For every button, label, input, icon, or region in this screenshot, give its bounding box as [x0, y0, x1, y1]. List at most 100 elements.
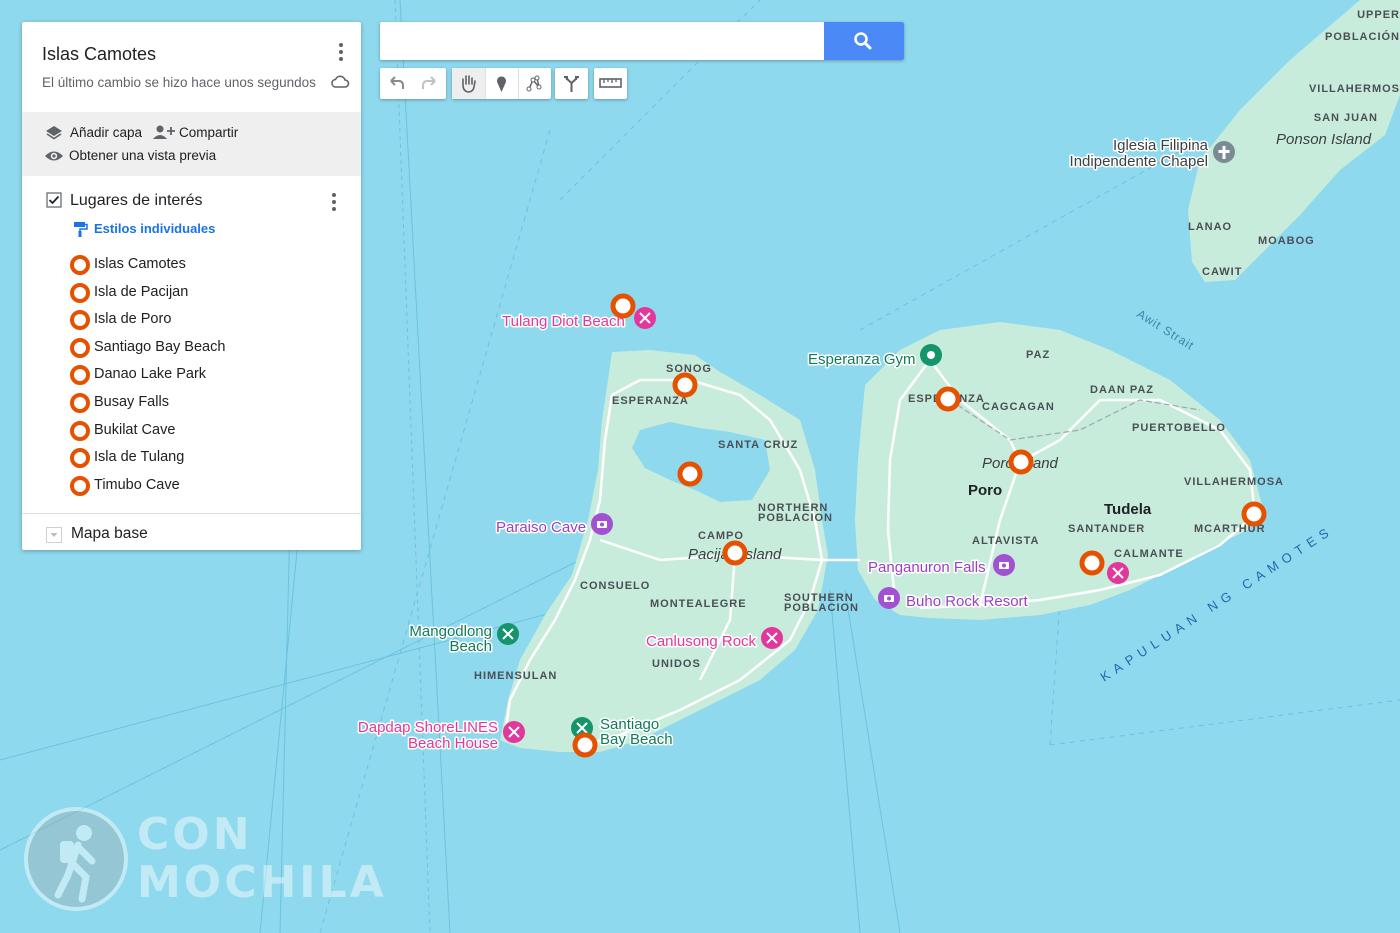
list-item[interactable]: Santiago Bay Beach [70, 337, 340, 365]
ruler-icon [599, 78, 622, 88]
list-item[interactable]: Danao Lake Park [70, 364, 340, 392]
label-cagcagan: CAGCAGAN [982, 401, 1055, 413]
place-list: Islas Camotes Isla de Pacijan Isla de Po… [70, 254, 340, 502]
individual-styles-label: Estilos individuales [94, 221, 216, 236]
measure-button[interactable] [594, 68, 627, 99]
marker-esperanza-poro [935, 386, 961, 412]
panel-actions: Añadir capa Compartir Obtener una vista … [22, 112, 361, 176]
label-dapdap-1: Dapdap ShoreLINES [358, 719, 498, 736]
layer-name[interactable]: Lugares de interés [70, 192, 203, 210]
directions-button[interactable] [555, 68, 588, 99]
search-box [380, 22, 904, 60]
base-map-toggle[interactable]: Mapa base [46, 524, 346, 546]
marker-danao-lake-park [677, 461, 703, 487]
camera-icon [878, 587, 900, 609]
draw-line-button[interactable] [518, 68, 551, 99]
list-item[interactable]: Isla de Pacijan [70, 282, 340, 310]
label-altavista: ALTAVISTA [972, 535, 1039, 547]
directions-icon [564, 76, 579, 92]
undo-icon [390, 76, 404, 89]
circle-marker-icon [70, 255, 90, 275]
list-item[interactable]: Isla de Poro [70, 309, 340, 337]
label-chapel-2: Indipendente Chapel [1070, 153, 1208, 170]
backpacker-logo-icon [24, 807, 128, 911]
beach-icon [503, 721, 525, 743]
label-cawit: CAWIT [1202, 266, 1242, 278]
label-villahermosa: VILLAHERMOSA [1184, 476, 1284, 488]
pan-button[interactable] [452, 68, 485, 99]
label-panganuron-falls: Panganuron Falls [868, 559, 986, 576]
label-paraiso-cave: Paraiso Cave [496, 519, 586, 536]
list-item[interactable]: Timubo Cave [70, 475, 340, 503]
label-buho-rock-resort: Buho Rock Resort [906, 593, 1029, 610]
list-item-label: Busay Falls [94, 393, 169, 410]
cloud-saved-icon [331, 75, 350, 88]
list-item[interactable]: Isla de Tulang [70, 447, 340, 475]
map-title[interactable]: Islas Camotes [42, 44, 156, 65]
marker-busay-falls [1079, 550, 1105, 576]
undo-button[interactable] [380, 68, 413, 99]
circle-marker-icon [70, 337, 90, 358]
circle-marker-icon [70, 420, 90, 441]
list-item[interactable]: Islas Camotes [70, 254, 340, 282]
label-consuelo: CONSUELO [580, 580, 650, 592]
directions-toolbar [555, 68, 588, 99]
label-canlusong-rock: Canlusong Rock [646, 633, 757, 650]
label-northern-2: POBLACION [758, 512, 833, 524]
watermark-line-1: CON [137, 809, 253, 860]
base-map-label: Mapa base [71, 525, 148, 542]
paint-roller-icon [74, 222, 88, 237]
marker-esperanza [672, 372, 698, 398]
individual-styles-link[interactable]: Estilos individuales [72, 220, 215, 241]
circle-marker-icon [70, 392, 90, 413]
label-san-juan: SAN JUAN [1314, 112, 1378, 124]
layers-icon [46, 126, 62, 140]
beach-icon [1107, 562, 1129, 584]
marker-santiago-bay-beach [572, 732, 598, 758]
marker-isla-de-pacijan [722, 540, 748, 566]
redo-button[interactable] [413, 68, 446, 99]
preview-label: Obtener una vista previa [69, 148, 217, 163]
gym-icon [920, 344, 942, 366]
camera-icon [993, 554, 1015, 576]
map-options-menu-icon[interactable] [331, 40, 351, 64]
search-input[interactable] [380, 22, 810, 60]
redo-icon [422, 76, 436, 89]
label-unidos: UNIDOS [652, 658, 701, 670]
layer-header: Lugares de interés [46, 190, 346, 214]
label-puertobello: PUERTOBELLO [1132, 422, 1226, 434]
label-esperanza-gym: Esperanza Gym [808, 351, 916, 368]
draw-line-icon [526, 75, 542, 92]
add-layer-button[interactable]: Añadir capa [44, 124, 144, 142]
camera-icon [591, 513, 613, 535]
circle-marker-icon [70, 282, 90, 303]
watermark-logo: CON MOCHILA [22, 805, 384, 915]
label-poro: Poro [968, 482, 1002, 499]
label-daan-paz: DAAN PAZ [1090, 384, 1154, 396]
label-tudela: Tudela [1104, 501, 1152, 518]
label-southern-2: POBLACION [784, 602, 859, 614]
label-dapdap-2: Beach House [408, 735, 498, 752]
label-poblacion-ponson: POBLACIÓN [1325, 30, 1400, 43]
last-change-status: El último cambio se hizo hace unos segun… [42, 75, 316, 90]
label-himensulan: HIMENSULAN [474, 670, 557, 682]
measure-toolbar [594, 68, 627, 99]
list-item[interactable]: Busay Falls [70, 392, 340, 420]
share-button[interactable]: Compartir [152, 124, 252, 142]
search-button[interactable] [824, 22, 904, 60]
layer-options-menu-icon[interactable] [324, 190, 344, 214]
label-mangodlong-2: Beach [449, 638, 492, 655]
layer-visibility-checkbox[interactable] [46, 192, 62, 208]
label-santiago-2: Bay Beach [600, 731, 673, 748]
label-tulang-diot-beach: Tulang Diot Beach [502, 313, 625, 330]
circle-marker-icon [70, 448, 90, 469]
watermark-line-2: MOCHILA [137, 857, 387, 908]
circle-marker-icon [70, 365, 90, 386]
hand-icon [462, 75, 476, 93]
beach-icon [634, 307, 656, 329]
history-toolbar [380, 68, 446, 99]
preview-button[interactable]: Obtener una vista previa [44, 147, 224, 165]
list-item[interactable]: Bukilat Cave [70, 420, 340, 448]
add-marker-button[interactable] [485, 68, 518, 99]
list-item-label: Santiago Bay Beach [94, 338, 226, 355]
